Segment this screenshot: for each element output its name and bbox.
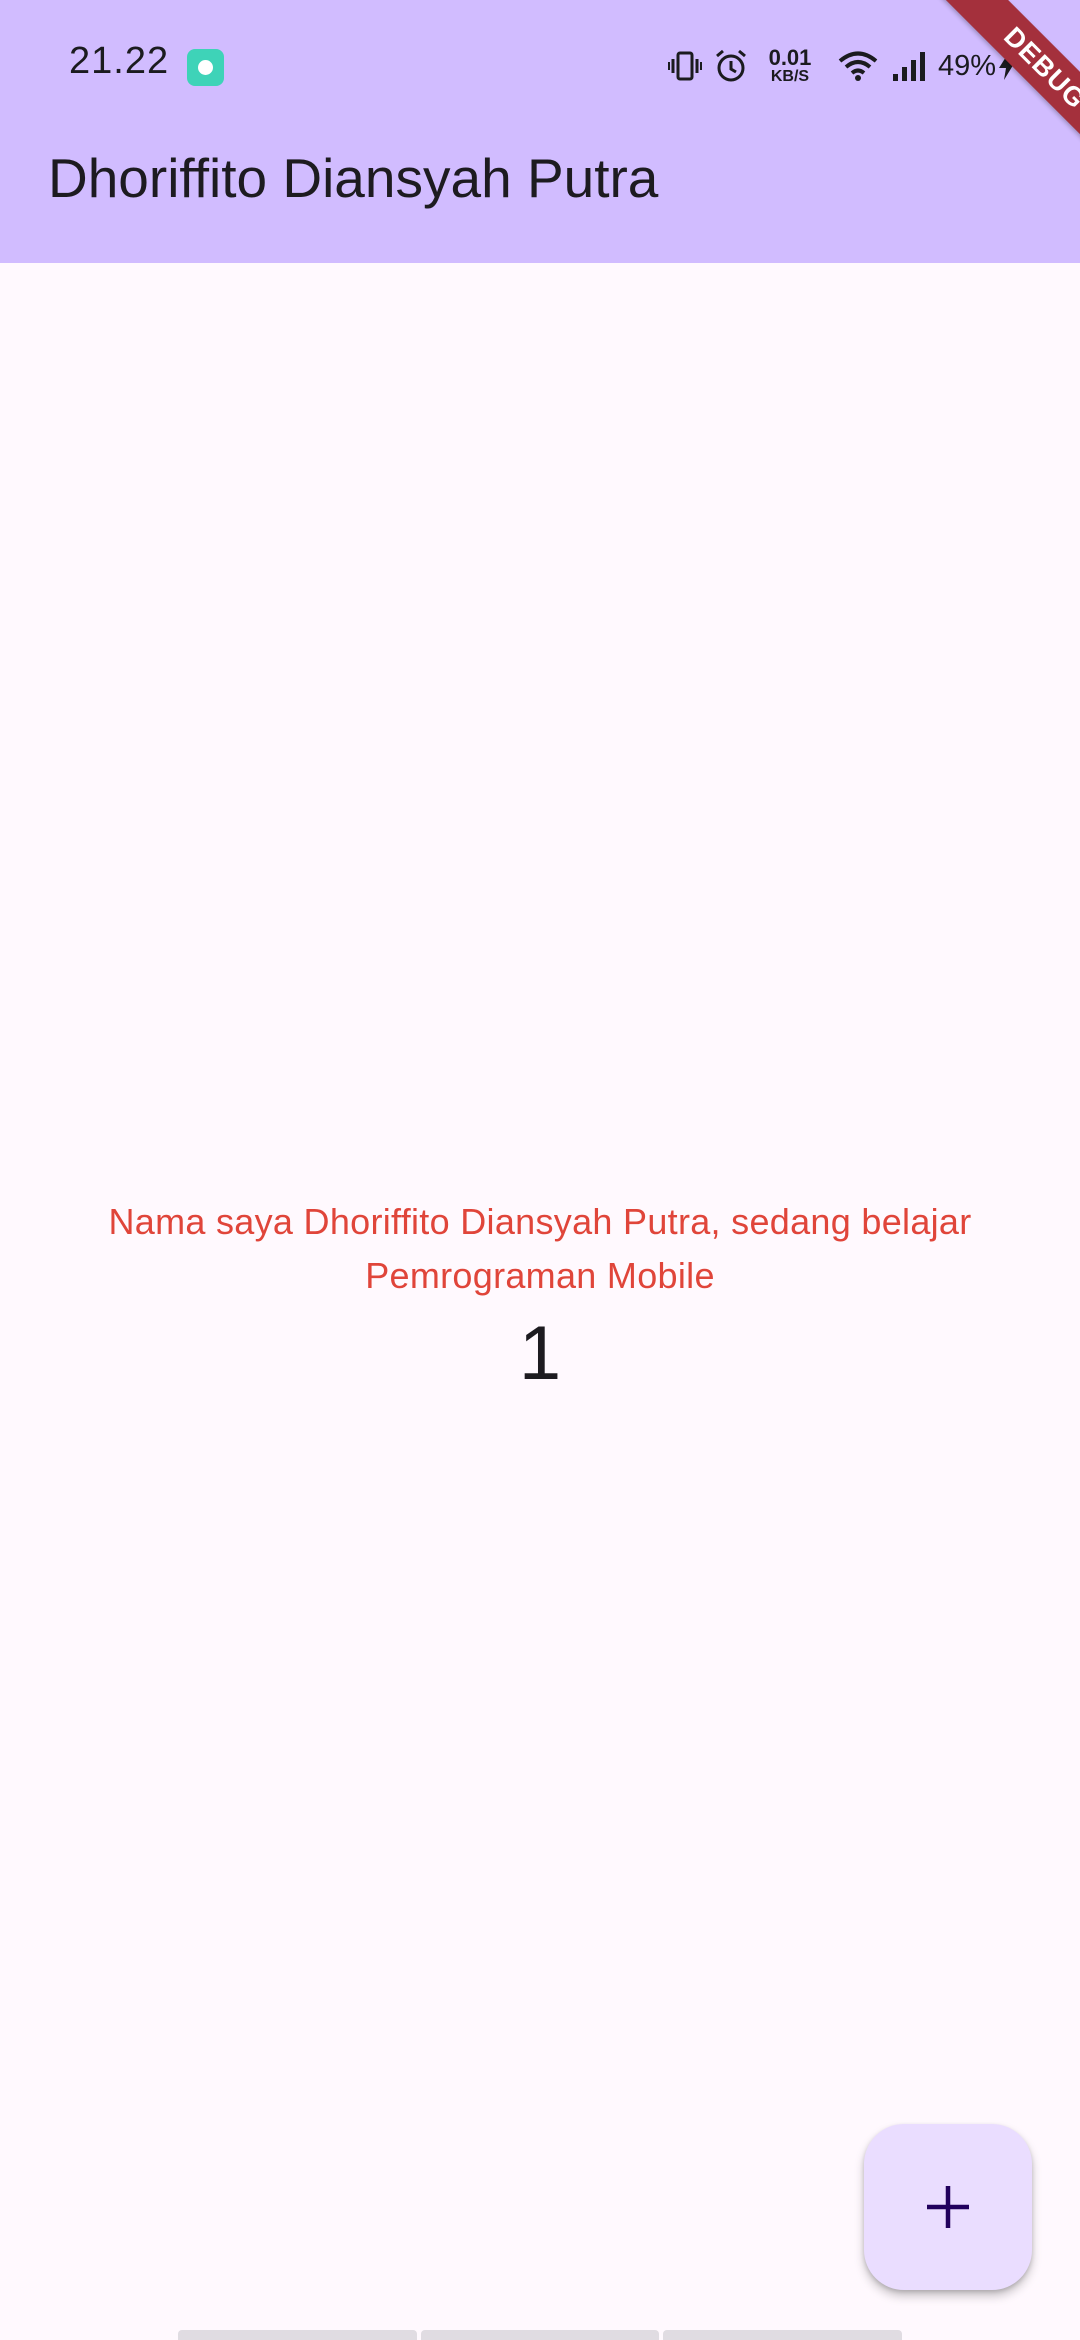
gesture-segment (663, 2330, 903, 2340)
gesture-segment (178, 2330, 417, 2340)
network-speed-value: 0.01 (768, 45, 812, 70)
battery-percentage: 49% (938, 49, 997, 82)
screen-recorder-icon (187, 49, 224, 86)
counter-value: 1 (518, 1311, 562, 1396)
main-content: Nama saya Dhoriffito Diansyah Putra, sed… (0, 1195, 1080, 1399)
status-icons: 0.01 KB/S 49% (668, 46, 1018, 86)
charging-icon (996, 50, 1018, 82)
alarm-icon (714, 48, 748, 84)
app-bar: 21.22 0.01 KB/S 49% Dhoriffito Diansyah … (0, 0, 1080, 263)
network-speed-unit: KB/S (770, 68, 810, 85)
increment-button[interactable] (864, 2124, 1032, 2290)
intro-message: Nama saya Dhoriffito Diansyah Putra, sed… (108, 1201, 972, 1296)
vibrate-icon (668, 48, 702, 84)
app-bar-title: Dhoriffito Diansyah Putra (48, 147, 659, 209)
status-time: 21.22 (69, 40, 170, 82)
wifi-icon (838, 50, 878, 82)
gesture-navigation-bar[interactable] (178, 2330, 903, 2340)
signal-icon (892, 50, 930, 82)
network-speed: 0.01 KB/S (762, 47, 818, 85)
gesture-segment (420, 2330, 660, 2340)
plus-icon (924, 2183, 972, 2231)
